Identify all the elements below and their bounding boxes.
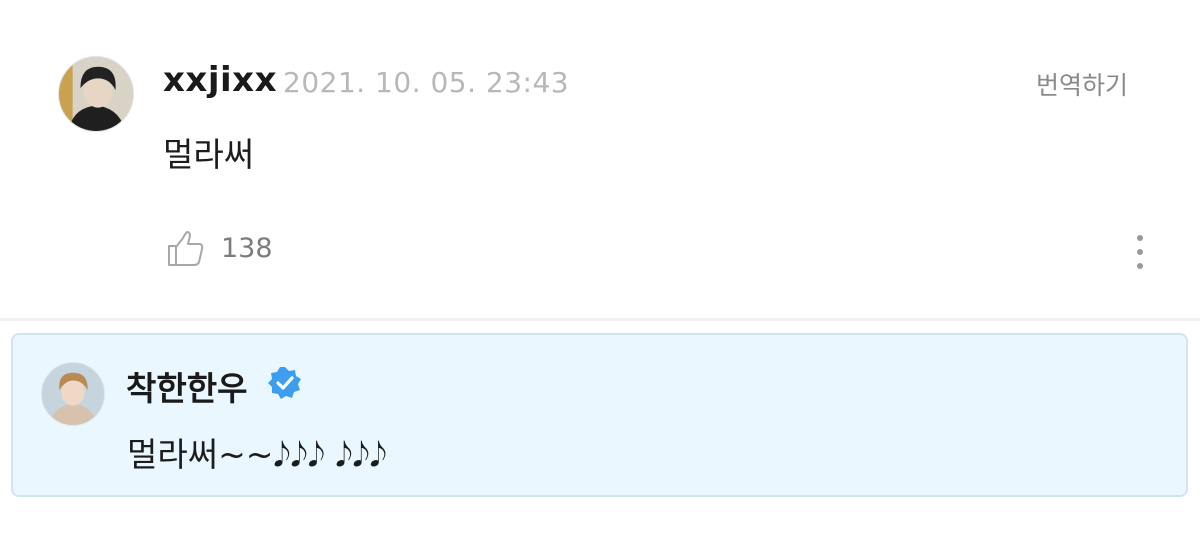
username[interactable]: xxjixx — [163, 60, 277, 100]
thumbs-up-icon — [168, 231, 204, 266]
more-options-button[interactable] — [1124, 233, 1156, 271]
translate-button[interactable]: 번역하기 — [1036, 66, 1128, 102]
reply-avatar-image — [42, 363, 104, 425]
comment-thread: xxjixx 2021. 10. 05. 23:43 번역하기 멀라써 138 … — [0, 0, 1200, 536]
like-count: 138 — [221, 233, 273, 264]
like-button[interactable] — [166, 229, 206, 269]
reply-username[interactable]: 착한한우 — [126, 362, 247, 410]
reply-text: 멀라써~~𝅘𝅥𝅮𝅘𝅥𝅮𝅘𝅥𝅮 𝅘𝅥𝅮𝅘𝅥𝅮𝅘𝅥𝅮 — [127, 435, 387, 474]
reply-avatar[interactable] — [41, 362, 105, 426]
avatar[interactable] — [58, 56, 134, 132]
comment: xxjixx 2021. 10. 05. 23:43 번역하기 멀라써 138 — [0, 0, 1200, 318]
more-vertical-icon-dot — [1137, 249, 1143, 255]
more-vertical-icon-dot — [1137, 263, 1143, 269]
timestamp: 2021. 10. 05. 23:43 — [283, 66, 570, 99]
more-vertical-icon — [1137, 235, 1143, 241]
divider — [0, 318, 1200, 321]
comment-text: 멀라써 — [163, 135, 255, 174]
avatar-image — [59, 57, 133, 131]
verified-badge-icon — [268, 366, 302, 400]
